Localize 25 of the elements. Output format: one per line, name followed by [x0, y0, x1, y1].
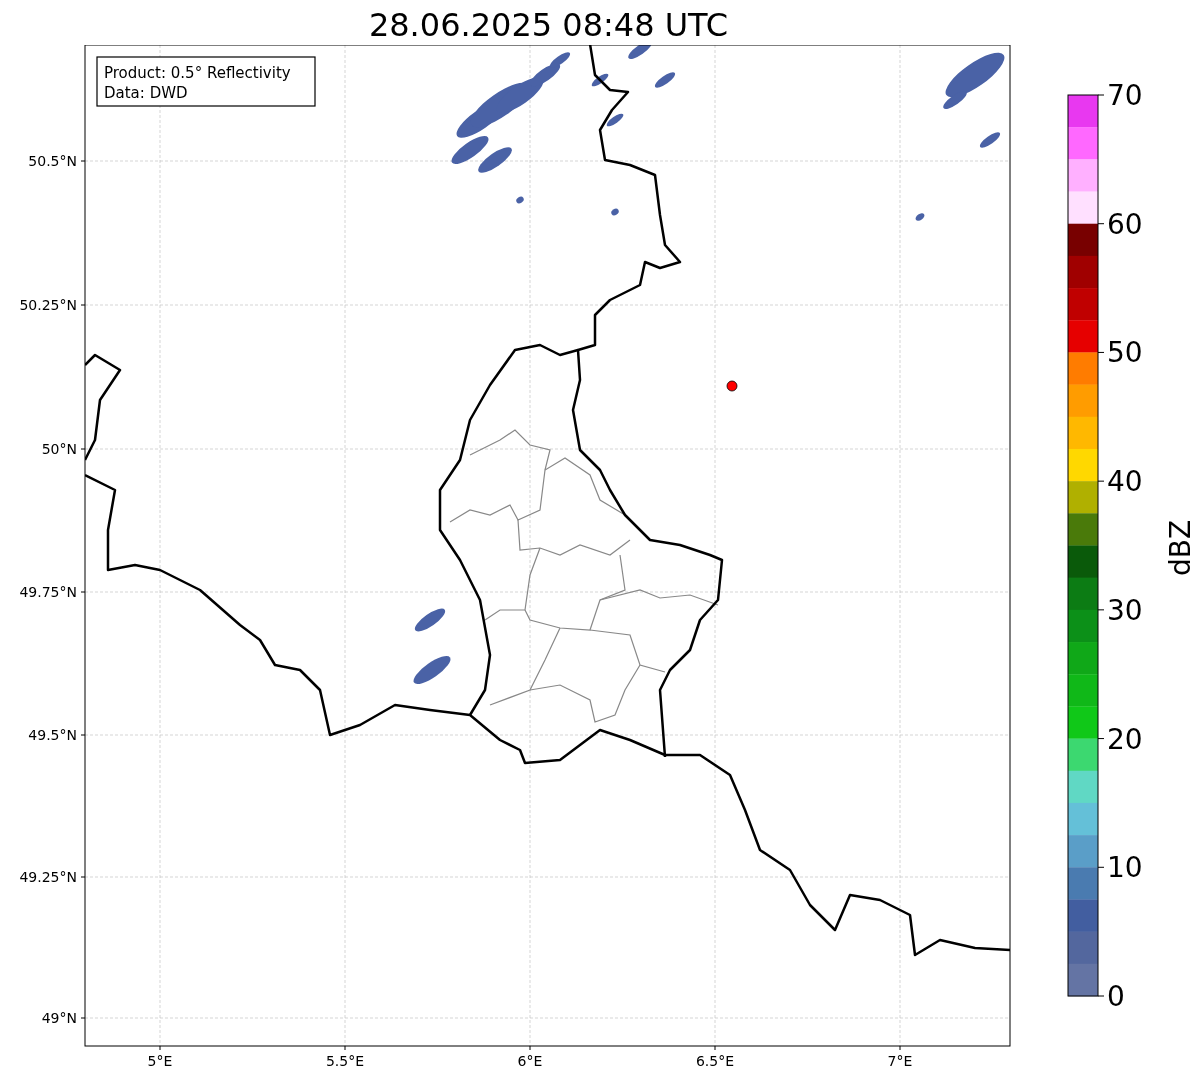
- longitude-label: 7°E: [887, 1053, 913, 1069]
- colorbar-tick-label: 50: [1107, 336, 1143, 370]
- colorbar-label: dBZ: [1164, 519, 1197, 577]
- latitude-label: 50°N: [41, 441, 77, 457]
- colorbar-tick-label: 30: [1107, 593, 1143, 627]
- latitude-label: 50.5°N: [28, 153, 77, 169]
- longitude-label: 6.5°E: [695, 1053, 735, 1069]
- colorbar-tick-label: 60: [1107, 207, 1143, 241]
- info-text: Data: DWD: [104, 84, 188, 102]
- latitude-label: 49.5°N: [28, 727, 77, 743]
- colorbar-tick-label: 70: [1107, 79, 1143, 112]
- radar-site-marker: [726, 380, 738, 392]
- latitude-label: 50.25°N: [19, 297, 77, 313]
- longitude-label: 5.5°E: [325, 1053, 365, 1069]
- chart-title: 28.06.2025 08:48 UTC: [367, 5, 730, 45]
- latitude-label: 49.25°N: [19, 869, 77, 885]
- latitude-label: 49°N: [41, 1010, 77, 1026]
- colorbar-tick-label: 0: [1107, 980, 1125, 1013]
- longitude-label: 6°E: [517, 1053, 543, 1069]
- longitude-label: 5°E: [147, 1053, 173, 1069]
- colorbar-tick-label: 10: [1107, 851, 1143, 885]
- colorbar-tick-label: 40: [1107, 465, 1143, 499]
- latitude-label: 49.75°N: [19, 584, 77, 600]
- colorbar-tick-label: 20: [1107, 722, 1143, 756]
- info-text: Product: 0.5° Reflectivity: [104, 64, 291, 82]
